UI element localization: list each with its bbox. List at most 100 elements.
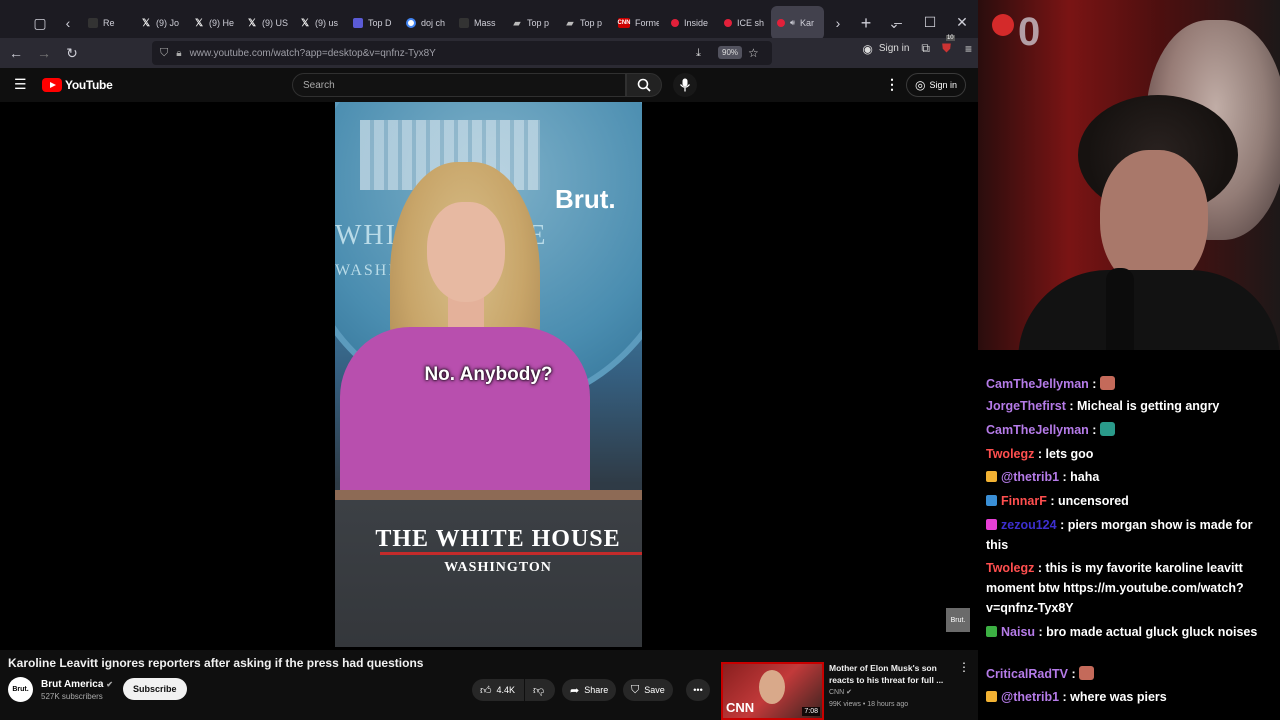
signin-button[interactable]: ◎ Sign in bbox=[906, 73, 967, 97]
browser-tab[interactable]: doj ch bbox=[400, 6, 453, 40]
browser-tab[interactable]: Mass bbox=[453, 6, 506, 40]
chat-username[interactable]: zezou124 bbox=[1001, 518, 1057, 532]
recommended-channel[interactable]: CNN ✔ bbox=[829, 688, 852, 696]
channel-avatar[interactable]: Brut. bbox=[8, 677, 33, 702]
chat-badge-icon bbox=[986, 626, 997, 637]
youtube-icon bbox=[724, 19, 732, 27]
chat-username[interactable]: Twolegz bbox=[986, 447, 1034, 461]
voice-search-button[interactable] bbox=[673, 73, 697, 97]
channel-name[interactable]: Brut America ✔ bbox=[41, 679, 113, 690]
chat-text: where was piers bbox=[1070, 690, 1167, 704]
browser-tab[interactable]: 🔊︎ Kar bbox=[771, 6, 824, 40]
recommended-channel-name[interactable]: CNN bbox=[829, 689, 844, 696]
search-icon bbox=[637, 78, 651, 92]
tab-label: Top p bbox=[580, 18, 603, 28]
ublock-icon[interactable]: ⛊ 10 bbox=[942, 35, 955, 56]
browser-tab[interactable]: ▰ Top p bbox=[559, 6, 612, 40]
more-actions-button[interactable]: ••• bbox=[686, 679, 710, 701]
browser-tab[interactable]: 𝕏 (9) us bbox=[294, 6, 347, 40]
save-button[interactable]: ⛉ Save bbox=[623, 679, 673, 701]
zoom-level-badge[interactable]: 90% bbox=[718, 46, 743, 59]
browser-tab[interactable]: Inside bbox=[665, 6, 718, 40]
x-icon: 𝕏 bbox=[141, 17, 151, 29]
extensions-icon[interactable]: ⧉ bbox=[921, 41, 930, 56]
save-page-icon[interactable]: ⤓ bbox=[696, 47, 701, 60]
browser-tab[interactable]: ▰ Top p bbox=[506, 6, 559, 40]
menu-icon[interactable]: ≡ bbox=[965, 42, 972, 56]
browser-tab[interactable]: 𝕏 (9) He bbox=[188, 6, 241, 40]
tab-label: (9) Jo bbox=[156, 18, 180, 28]
chat-username[interactable]: CriticalRadTV bbox=[986, 667, 1068, 681]
tabs-scroll-left-icon[interactable]: ‹ bbox=[54, 9, 82, 37]
search-input[interactable]: Search bbox=[292, 73, 626, 97]
chat-separator: : bbox=[1056, 518, 1068, 532]
recommended-thumbnail[interactable]: CNN 7:08 bbox=[721, 662, 824, 720]
browser-tab[interactable]: 𝕏 (9) US bbox=[241, 6, 294, 40]
browser-tab[interactable]: CNN Forme bbox=[612, 6, 665, 40]
brut-logo: Brut. bbox=[555, 184, 616, 214]
hamburger-menu-icon[interactable]: ☰ bbox=[14, 76, 27, 93]
channel-name-text[interactable]: Brut America bbox=[41, 679, 103, 690]
tab-label: (9) US bbox=[262, 18, 288, 28]
close-window-icon[interactable]: ✕ bbox=[946, 8, 978, 36]
chat-username[interactable]: CamTheJellyman bbox=[986, 423, 1089, 437]
toolbar-signin[interactable]: Sign in bbox=[879, 43, 910, 54]
chat-username[interactable]: CamTheJellyman bbox=[986, 377, 1089, 391]
recommended-menu-icon[interactable]: ⋮ bbox=[958, 660, 970, 674]
shield-icon[interactable]: ⛉ bbox=[160, 47, 168, 60]
reddit-icon bbox=[88, 18, 98, 28]
browser-tab[interactable]: 𝕏 (9) Jo bbox=[135, 6, 188, 40]
x-icon: 𝕏 bbox=[194, 17, 204, 29]
chat-text: uncensored bbox=[1057, 494, 1129, 508]
chat-text: haha bbox=[1070, 470, 1100, 484]
chat-badge-icon bbox=[986, 471, 997, 482]
chat-message: FinnarF : uncensored bbox=[986, 491, 1278, 511]
bookmark-icon: ⛉ bbox=[631, 683, 640, 696]
minimize-icon[interactable]: – bbox=[882, 8, 914, 36]
chat-username[interactable]: Naisu bbox=[1001, 625, 1035, 639]
dislike-button[interactable]: 👎︎ bbox=[525, 679, 555, 701]
share-button[interactable]: ➦ Share bbox=[562, 679, 617, 701]
chat-username[interactable]: @thetrib1 bbox=[1001, 690, 1059, 704]
video-player[interactable]: WHITE HOUSE WASHINGTON Brut. THE WHITE H… bbox=[0, 102, 978, 650]
lock-icon[interactable]: 🔒︎ bbox=[176, 48, 181, 59]
chat-message: CamTheJellyman : bbox=[986, 374, 1278, 394]
back-icon[interactable]: ← bbox=[2, 39, 30, 67]
chat-username[interactable]: Twolegz bbox=[986, 561, 1034, 575]
tab-label: Inside bbox=[684, 18, 709, 28]
browser-tab[interactable]: Top D bbox=[347, 6, 400, 40]
tabs-scroll-right-icon[interactable]: › bbox=[824, 9, 852, 37]
chat-username[interactable]: JorgeThefirst bbox=[986, 399, 1066, 413]
search-button[interactable] bbox=[626, 73, 662, 97]
ublock-badge: 10 bbox=[945, 35, 955, 41]
channel-watermark[interactable]: Brut. bbox=[946, 608, 970, 632]
chat-username[interactable]: FinnarF bbox=[1001, 494, 1047, 508]
microphone-icon bbox=[679, 78, 691, 92]
recommended-title[interactable]: Mother of Elon Musk's son reacts to his … bbox=[829, 662, 947, 686]
url-bar[interactable]: ⛉ 🔒︎ www.youtube.com/watch?app=desktop&v… bbox=[152, 41, 772, 65]
settings-kebab-icon[interactable]: ⋮ bbox=[885, 76, 899, 93]
youtube-logo[interactable]: YouTube bbox=[42, 78, 113, 92]
chat-emote-icon bbox=[1099, 422, 1115, 436]
forward-icon[interactable]: → bbox=[30, 39, 58, 67]
chat-username[interactable]: @thetrib1 bbox=[1001, 470, 1059, 484]
like-button[interactable]: 👍︎ 4.4K bbox=[472, 679, 524, 701]
url-text[interactable]: www.youtube.com/watch?app=desktop&v=qnfn… bbox=[190, 48, 436, 59]
subscribe-button[interactable]: Subscribe bbox=[123, 678, 187, 700]
chat-text: bro made actual gluck gluck noises bbox=[1046, 625, 1258, 639]
bookmark-star-icon[interactable]: ☆ bbox=[748, 46, 759, 60]
signin-label: Sign in bbox=[929, 80, 958, 90]
verified-icon: ✔ bbox=[106, 680, 113, 689]
maximize-icon[interactable]: ☐ bbox=[914, 8, 946, 36]
audio-playing-icon[interactable]: 🔊︎ bbox=[790, 18, 795, 28]
account-icon[interactable]: ◉ bbox=[862, 42, 872, 56]
browser-tab[interactable]: Re bbox=[82, 6, 135, 40]
overlay-counter: 0 bbox=[1018, 10, 1041, 54]
video-frame[interactable]: WHITE HOUSE WASHINGTON Brut. THE WHITE H… bbox=[335, 102, 642, 647]
new-tab-icon[interactable]: + bbox=[852, 9, 880, 37]
chat-emote-icon bbox=[1099, 376, 1115, 390]
tab-label: Top D bbox=[368, 18, 392, 28]
reload-icon[interactable]: ↻ bbox=[58, 39, 86, 67]
tab-overview-icon[interactable]: ▢ bbox=[26, 9, 54, 37]
browser-tab[interactable]: ICE sh bbox=[718, 6, 771, 40]
